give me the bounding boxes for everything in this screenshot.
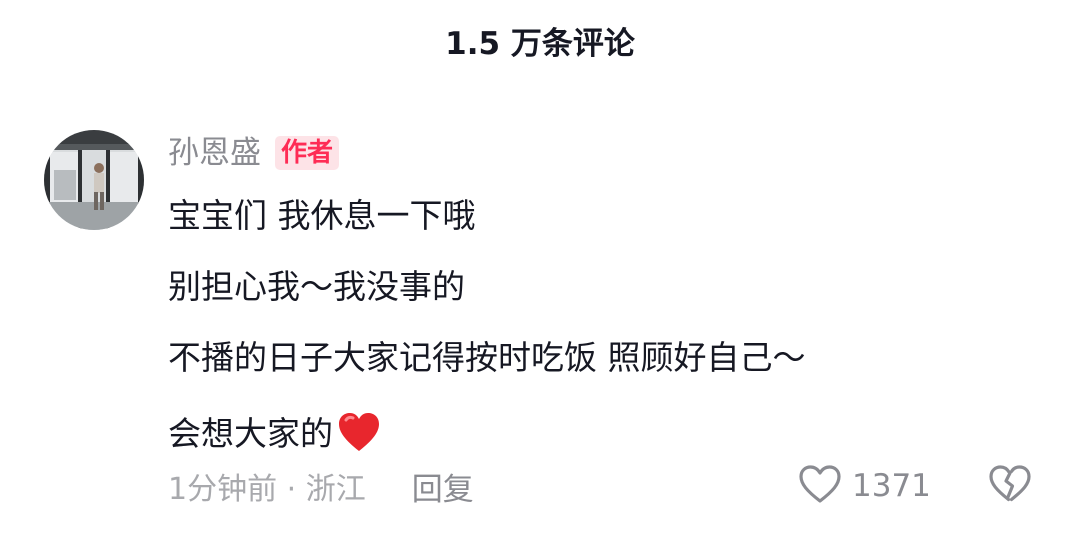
comment-text: 宝宝们 我休息一下哦 别担心我～我没事的 不播的日子大家记得按时吃饭 照顾好自己…: [168, 196, 1048, 452]
comment-line: 不播的日子大家记得按时吃饭 照顾好自己～: [168, 338, 806, 377]
red-heart-emoji-icon: [337, 411, 381, 460]
avatar-image: [44, 130, 144, 230]
comment-line-last: 会想大家的: [168, 411, 1048, 452]
like-count: 1371: [852, 468, 931, 504]
comment-line: 别担心我～我没事的: [168, 267, 465, 306]
author-name[interactable]: 孙恩盛: [168, 133, 261, 173]
comments-count-title: 1.5 万条评论: [445, 26, 635, 62]
broken-heart-icon[interactable]: [988, 464, 1032, 508]
time-location: 1分钟前 · 浙江: [168, 472, 366, 507]
comment: 孙恩盛 作者 宝宝们 我休息一下哦 别担心我～我没事的 不播的日子大家记得按时吃…: [168, 130, 1048, 482]
heart-outline-icon[interactable]: [798, 464, 842, 508]
author-badge: 作者: [275, 136, 340, 170]
author-row: 孙恩盛 作者: [168, 130, 1048, 176]
comment-line: 宝宝们 我休息一下哦: [168, 196, 476, 235]
comment-meta: 1分钟前 · 浙江 回复: [168, 464, 474, 509]
comment-line-text: 会想大家的: [168, 414, 333, 453]
reply-button[interactable]: 回复: [412, 464, 474, 509]
like-button[interactable]: 1371: [798, 462, 931, 510]
avatar[interactable]: [44, 130, 144, 230]
dislike-button[interactable]: [988, 462, 1032, 510]
